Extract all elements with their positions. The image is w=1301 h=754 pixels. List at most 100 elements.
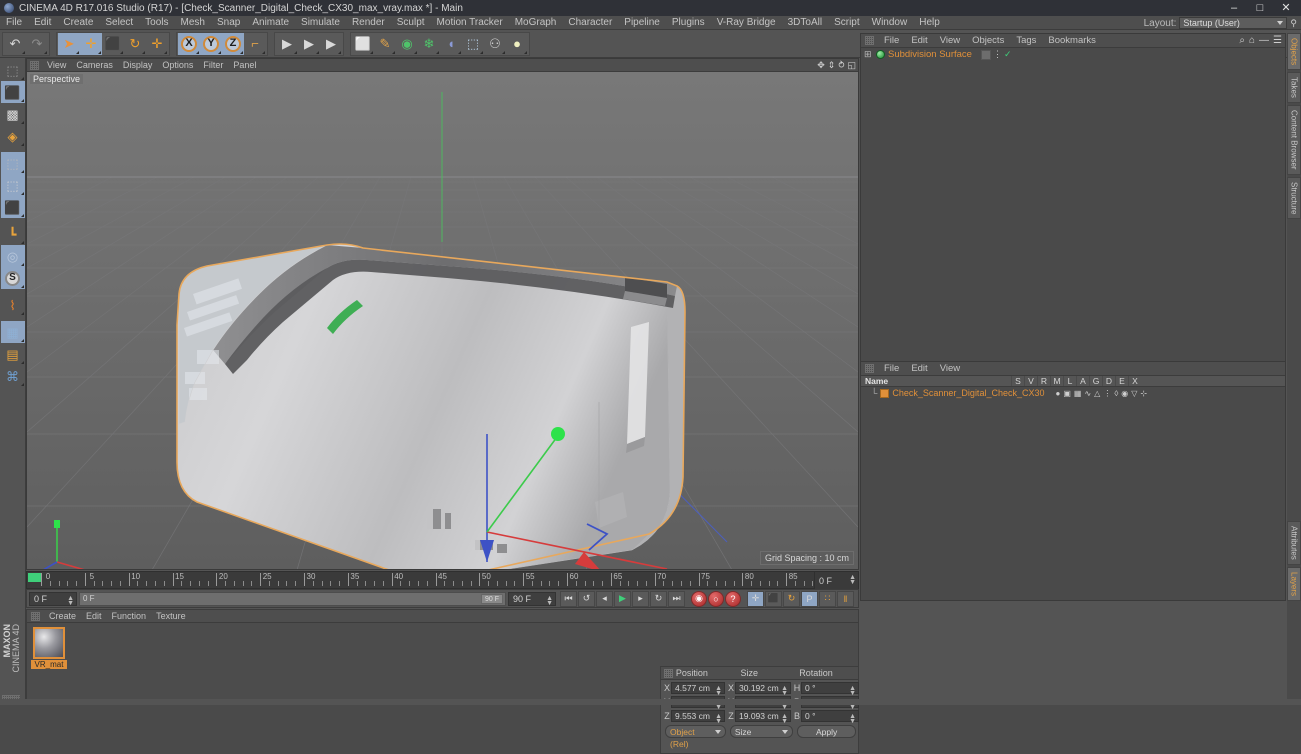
model-mode-button[interactable]: ⬛ <box>0 81 25 103</box>
timeline-scrub-slider[interactable]: 0 F 90 F <box>79 591 506 606</box>
menu-mograph[interactable]: MoGraph <box>509 16 563 30</box>
attr-column-g[interactable]: G <box>1089 376 1102 386</box>
camera-button[interactable]: ⚇ <box>484 33 506 55</box>
attr-column-r[interactable]: R <box>1037 376 1050 386</box>
stepper-icon[interactable]: ▲▼ <box>781 713 788 725</box>
objmgr-menu-file[interactable]: File <box>878 34 905 48</box>
viewport-rotate-icon[interactable]: ⥁ <box>838 60 844 71</box>
rotation-b-field[interactable]: 0 ° ▲ ▼ <box>801 709 859 725</box>
menu-render[interactable]: Render <box>346 16 391 30</box>
autokeying-button[interactable]: ○ <box>708 590 724 607</box>
dropdown-corner-icon[interactable] <box>524 50 527 54</box>
menu-pipeline[interactable]: Pipeline <box>618 16 666 30</box>
timeline-ticks[interactable]: 051015202530354045505560657075808590 <box>27 572 858 588</box>
dropdown-corner-icon[interactable] <box>458 50 461 54</box>
texture-mode-button[interactable]: ▩ <box>1 103 25 125</box>
menu-mesh[interactable]: Mesh <box>175 16 211 30</box>
rotation-h-field[interactable]: 0 ° ▲ ▼ <box>801 681 859 697</box>
environment-button[interactable]: ⬚ <box>462 33 484 55</box>
vtab-structure[interactable]: Structure <box>1287 176 1301 220</box>
next-key-button[interactable]: ↻ <box>650 590 667 607</box>
viewport-zoom-icon[interactable]: ⇕ <box>828 60 836 71</box>
viewport-pan-icon[interactable]: ✥ <box>817 60 825 71</box>
expression-icon[interactable]: ▽ <box>1131 389 1137 398</box>
current-frame-field[interactable]: 0 F ▲ ▼ <box>29 591 77 607</box>
scale-tool-button[interactable]: ⬛ <box>102 33 124 55</box>
lock-x-button[interactable]: X <box>178 32 200 55</box>
light-button[interactable]: ● <box>506 33 528 55</box>
dropdown-corner-icon[interactable] <box>20 312 24 315</box>
world-object-coord-button[interactable]: ⌐ <box>244 33 266 55</box>
go-to-start-button[interactable]: ⏮ <box>560 590 577 607</box>
viewport-menu-view[interactable]: View <box>42 59 71 72</box>
dropdown-corner-icon[interactable] <box>338 50 341 54</box>
key-pla-button[interactable]: ∷ <box>819 590 836 607</box>
check-icon[interactable]: ✓ <box>1004 49 1012 60</box>
menu-3dtoall[interactable]: 3DToAll <box>782 16 828 30</box>
deformer-button[interactable]: ❄ <box>418 33 440 55</box>
dropdown-corner-icon[interactable] <box>20 241 24 244</box>
xpresso-icon[interactable]: ⊹ <box>1140 389 1147 398</box>
polygon-mesh-button[interactable]: ◈ <box>1 125 25 147</box>
timeline-ruler[interactable]: 051015202530354045505560657075808590 0 F… <box>26 571 859 589</box>
attr-column-m[interactable]: M <box>1050 376 1063 386</box>
dropdown-corner-icon[interactable] <box>262 50 265 54</box>
stepper-icon[interactable]: ▲▼ <box>849 574 856 586</box>
position-z-field[interactable]: 9.553 cm ▲ ▼ <box>671 709 725 725</box>
key-rotation-button[interactable]: ↻ <box>783 590 800 607</box>
dropdown-corner-icon[interactable] <box>20 77 24 80</box>
key-position-button[interactable]: ✛ <box>747 590 764 607</box>
coordinates-grip-icon[interactable] <box>664 668 673 678</box>
material-preview-sphere[interactable] <box>33 627 65 659</box>
objmgr-menu-bookmarks[interactable]: Bookmarks <box>1042 34 1102 48</box>
lock-workplane-button[interactable]: ▦ <box>0 321 25 343</box>
slider-knob[interactable]: 90 F <box>481 593 503 604</box>
rotate-tool-button[interactable]: ↻ <box>124 33 146 55</box>
magnet-tool-button[interactable]: ⌇ <box>1 294 25 316</box>
previous-key-button[interactable]: ↺ <box>578 590 595 607</box>
lock-icon[interactable]: △ <box>1094 389 1100 398</box>
attribute-manager-grip-icon[interactable] <box>865 364 874 373</box>
spline-pen-button[interactable]: ✎ <box>374 33 396 55</box>
dropdown-corner-icon[interactable] <box>294 50 297 54</box>
material-menu-create[interactable]: Create <box>44 610 81 623</box>
undo-button[interactable]: ↶ <box>4 33 26 55</box>
dropdown-corner-icon[interactable] <box>142 50 145 54</box>
dropdown-corner-icon[interactable] <box>316 50 319 54</box>
play-button[interactable]: ▶ <box>614 590 631 607</box>
menu-simulate[interactable]: Simulate <box>295 16 346 30</box>
stepper-icon[interactable]: ▲▼ <box>849 685 856 697</box>
lock-y-button[interactable]: Y <box>200 32 222 55</box>
position-x-field[interactable]: 4.577 cm ▲ ▼ <box>671 681 725 697</box>
polygons-mode-button[interactable]: ⬛ <box>0 196 25 218</box>
coordinate-system-select[interactable]: Object (Rel) <box>665 725 726 749</box>
expand-icon[interactable]: ⊞ <box>864 49 873 60</box>
menu-edit[interactable]: Edit <box>28 16 57 30</box>
dropdown-corner-icon[interactable] <box>436 50 439 54</box>
vtab-objects[interactable]: Objects <box>1287 33 1301 71</box>
dropdown-corner-icon[interactable] <box>196 50 199 54</box>
dropdown-corner-icon[interactable] <box>22 50 25 54</box>
record-active-objects-button[interactable]: ◉ <box>691 590 707 607</box>
dropdown-corner-icon[interactable] <box>20 99 24 102</box>
stepper-icon[interactable]: ▲▼ <box>546 595 553 607</box>
render-region-button[interactable]: ▶ <box>298 33 320 55</box>
dropdown-corner-icon[interactable] <box>392 50 395 54</box>
menu-tools[interactable]: Tools <box>139 16 174 30</box>
step-forward-button[interactable]: ▸ <box>632 590 649 607</box>
layout-icon[interactable]: ☰ <box>1273 35 1282 46</box>
sphere-icon[interactable]: ● <box>1055 389 1060 398</box>
material-icon[interactable]: ∿ <box>1084 389 1091 398</box>
size-x-field[interactable]: 30.192 cm ▲ ▼ <box>735 681 791 697</box>
vtab-layers[interactable]: Layers <box>1287 566 1301 601</box>
attr-column-d[interactable]: D <box>1102 376 1115 386</box>
dropdown-corner-icon[interactable] <box>164 50 167 54</box>
select-tool-button[interactable]: ➤ <box>58 32 80 55</box>
dropdown-corner-icon[interactable] <box>20 170 24 173</box>
go-to-end-button[interactable]: ⏭ <box>668 590 685 607</box>
dropdown-corner-icon[interactable] <box>20 121 24 124</box>
menu-snap[interactable]: Snap <box>211 16 246 30</box>
attribute-row[interactable]: └ Check_Scanner_Digital_Check_CX30 ● ▣ ▦… <box>861 387 1285 399</box>
move-tool-button[interactable]: ✛ <box>80 32 102 55</box>
axis-tool-button[interactable]: ✛ <box>146 33 168 55</box>
